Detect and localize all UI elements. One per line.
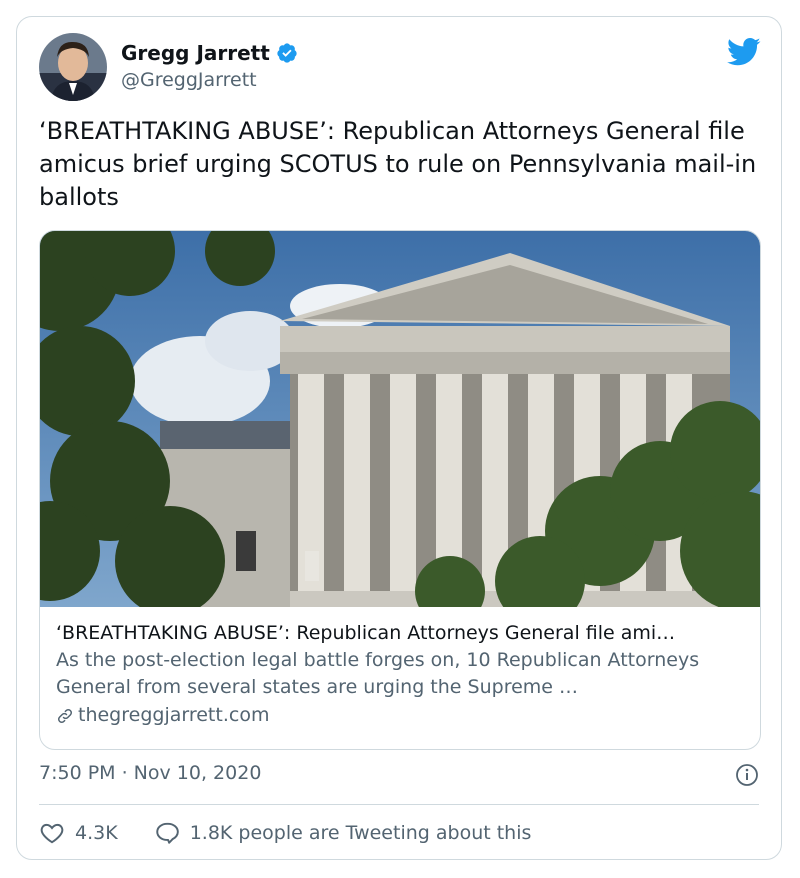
heart-icon [40,823,64,844]
link-icon [58,708,72,723]
tweet-timestamp[interactable]: 7:50 PM · Nov 10, 2020 [39,762,261,784]
author-name[interactable]: Gregg Jarrett [121,41,298,65]
link-preview-text[interactable]: ‘BREATHTAKING ABUSE’: Republican Attorne… [56,619,746,730]
link-preview-description: As the post-election legal battle forges… [56,649,700,698]
tweeting-about-button[interactable]: 1.8K people are Tweeting about this [154,820,532,846]
link-domain-text[interactable]: thegreggjarrett.com [78,701,269,730]
link-preview-domain[interactable]: thegreggjarrett.com [56,701,746,730]
author-name-text[interactable]: Gregg Jarrett [121,41,270,65]
avatar[interactable] [39,33,107,101]
tweeting-about-text[interactable]: 1.8K people are Tweeting about this [190,822,532,844]
like-button[interactable]: 4.3K [39,820,118,846]
tweet-card[interactable]: Gregg Jarrett @GreggJarrett ‘BREATHTAKIN… [16,16,782,860]
tweet-text: ‘BREATHTAKING ABUSE’: Republican Attorne… [39,117,757,211]
info-icon[interactable] [735,763,759,787]
twitter-bird-icon[interactable] [727,37,761,67]
tweet-actions: 4.3K 1.8K people are Tweeting about this [39,817,531,849]
link-preview-title[interactable]: ‘BREATHTAKING ABUSE’: Republican Attorne… [56,619,746,647]
link-preview-card[interactable]: ‘BREATHTAKING ABUSE’: Republican Attorne… [39,230,761,750]
like-count[interactable]: 4.3K [75,822,118,844]
divider [39,804,759,805]
author-handle[interactable]: @GreggJarrett [121,69,257,91]
link-preview-image[interactable] [40,231,760,626]
verified-badge-icon [276,42,298,64]
speech-bubble-icon [155,822,179,844]
